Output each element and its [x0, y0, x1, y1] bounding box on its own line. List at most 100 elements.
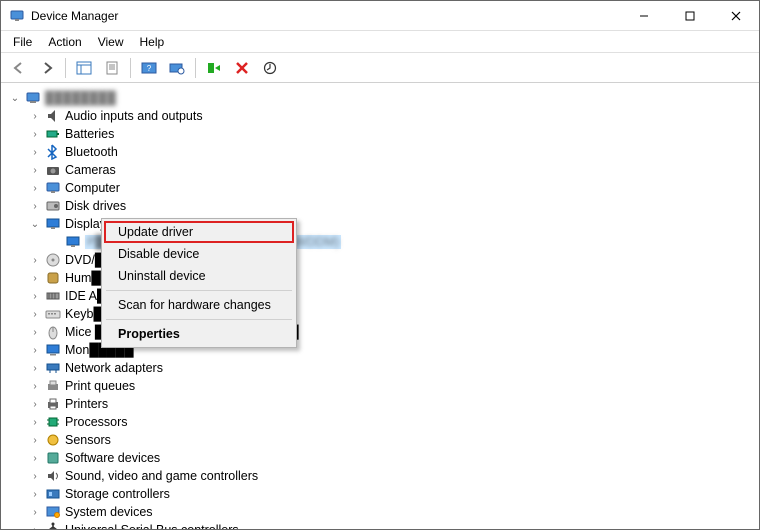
chevron-right-icon[interactable]: › [29, 308, 41, 320]
chevron-right-icon[interactable]: › [29, 128, 41, 140]
tree-label: Universal Serial Bus controllers [65, 523, 239, 529]
audio-icon [45, 108, 61, 124]
chevron-down-icon[interactable]: ⌄ [29, 218, 41, 230]
toolbar-update-button[interactable] [258, 56, 282, 80]
title-bar: Device Manager [1, 1, 759, 31]
ide-icon [45, 288, 61, 304]
tree-node-sensor[interactable]: ›Sensors [5, 431, 755, 449]
tree-node-battery[interactable]: › Batteries [5, 125, 755, 143]
chevron-right-icon[interactable]: › [29, 380, 41, 392]
context-menu: Update driverDisable deviceUninstall dev… [101, 218, 297, 348]
tree-node-cpu[interactable]: › Processors [5, 413, 755, 431]
tree-node-sound[interactable]: › Sound, video and game controllers [5, 467, 755, 485]
chevron-right-icon[interactable]: › [29, 524, 41, 529]
toolbar-uninstall-button[interactable] [230, 56, 254, 80]
back-button[interactable] [7, 56, 31, 80]
svg-text:?: ? [147, 64, 152, 73]
chevron-right-icon[interactable]: › [29, 272, 41, 284]
context-menu-separator [106, 319, 292, 320]
chevron-right-icon[interactable]: › [29, 506, 41, 518]
chevron-right-icon[interactable]: › [29, 254, 41, 266]
toolbar-separator [195, 58, 196, 78]
device-tree[interactable]: ⌄████████›Audio inputs and outputs › Batte… [1, 83, 759, 529]
close-button[interactable] [713, 1, 759, 31]
tree-node-bluetooth[interactable]: ›Bluetooth [5, 143, 755, 161]
chevron-right-icon[interactable]: › [29, 488, 41, 500]
disk-icon [45, 198, 61, 214]
chevron-right-icon[interactable]: › [29, 200, 41, 212]
minimize-button[interactable] [621, 1, 667, 31]
chevron-right-icon[interactable]: › [29, 470, 41, 482]
tree-label: Disk drives [65, 199, 126, 213]
tree-label: System devices [65, 505, 153, 519]
tree-node-printer[interactable]: › Printers [5, 395, 755, 413]
toolbar-show-hidden-button[interactable] [72, 56, 96, 80]
tree-label: Printers [65, 397, 108, 411]
menu-view[interactable]: View [90, 33, 132, 51]
toolbar-separator [130, 58, 131, 78]
tree-node-camera[interactable]: › Cameras [5, 161, 755, 179]
chevron-right-icon[interactable]: › [29, 290, 41, 302]
printer-icon [45, 396, 61, 412]
app-icon [9, 8, 25, 24]
context-menu-scan-for-hardware-changes[interactable]: Scan for hardware changes [104, 294, 294, 316]
tree-node-usb[interactable]: › Universal Serial Bus controllers [5, 521, 755, 529]
window-controls [621, 1, 759, 31]
tree-root-node[interactable]: ⌄████████ [5, 89, 755, 107]
tree-label: Batteries [65, 127, 114, 141]
window-title: Device Manager [31, 9, 621, 23]
network-icon [45, 360, 61, 376]
context-menu-update-driver[interactable]: Update driver [104, 221, 294, 243]
chevron-right-icon[interactable]: › [29, 398, 41, 410]
chevron-right-icon[interactable]: › [29, 362, 41, 374]
menu-action[interactable]: Action [40, 33, 89, 51]
usb-icon [45, 522, 61, 529]
forward-button[interactable] [35, 56, 59, 80]
context-menu-properties[interactable]: Properties [104, 323, 294, 345]
toolbar-enable-button[interactable] [202, 56, 226, 80]
toolbar-separator [65, 58, 66, 78]
keyboard-icon [45, 306, 61, 322]
chevron-right-icon[interactable]: › [29, 344, 41, 356]
menu-bar: File Action View Help [1, 31, 759, 53]
tree-label: Sound, video and game controllers [65, 469, 258, 483]
context-menu-uninstall-device[interactable]: Uninstall device [104, 265, 294, 287]
chevron-right-icon[interactable]: › [29, 452, 41, 464]
menu-help[interactable]: Help [132, 33, 173, 51]
toolbar: ? [1, 53, 759, 83]
battery-icon [45, 126, 61, 142]
cpu-icon [45, 414, 61, 430]
tree-node-system[interactable]: › System devices [5, 503, 755, 521]
tree-label: Storage controllers [65, 487, 170, 501]
context-menu-separator [106, 290, 292, 291]
tree-label: Processors [65, 415, 128, 429]
maximize-button[interactable] [667, 1, 713, 31]
context-menu-disable-device[interactable]: Disable device [104, 243, 294, 265]
chevron-right-icon[interactable]: › [29, 416, 41, 428]
chevron-right-icon[interactable]: › [29, 434, 41, 446]
tree-label: Cameras [65, 163, 116, 177]
chevron-right-icon[interactable]: › [29, 164, 41, 176]
tree-node-storage[interactable]: › Storage controllers [5, 485, 755, 503]
chevron-right-icon[interactable]: › [29, 146, 41, 158]
tree-node-printqueue[interactable]: › Print queues [5, 377, 755, 395]
toolbar-properties-button[interactable] [100, 56, 124, 80]
monitor-icon [45, 342, 61, 358]
tree-label: Print queues [65, 379, 135, 393]
tree-node-disk[interactable]: › Disk drives [5, 197, 755, 215]
camera-icon [45, 162, 61, 178]
chevron-right-icon[interactable]: › [29, 182, 41, 194]
tree-node-audio[interactable]: ›Audio inputs and outputs [5, 107, 755, 125]
computer-icon [25, 90, 41, 106]
dvd-icon [45, 252, 61, 268]
hid-icon [45, 270, 61, 286]
tree-node-network[interactable]: ›Network adapters [5, 359, 755, 377]
chevron-right-icon[interactable]: › [29, 326, 41, 338]
tree-node-software[interactable]: ›Software devices [5, 449, 755, 467]
chevron-down-icon[interactable]: ⌄ [9, 92, 21, 104]
toolbar-scan-button[interactable] [165, 56, 189, 80]
toolbar-help-button[interactable]: ? [137, 56, 161, 80]
tree-node-computer[interactable]: ›Computer [5, 179, 755, 197]
chevron-right-icon[interactable]: › [29, 110, 41, 122]
menu-file[interactable]: File [5, 33, 40, 51]
